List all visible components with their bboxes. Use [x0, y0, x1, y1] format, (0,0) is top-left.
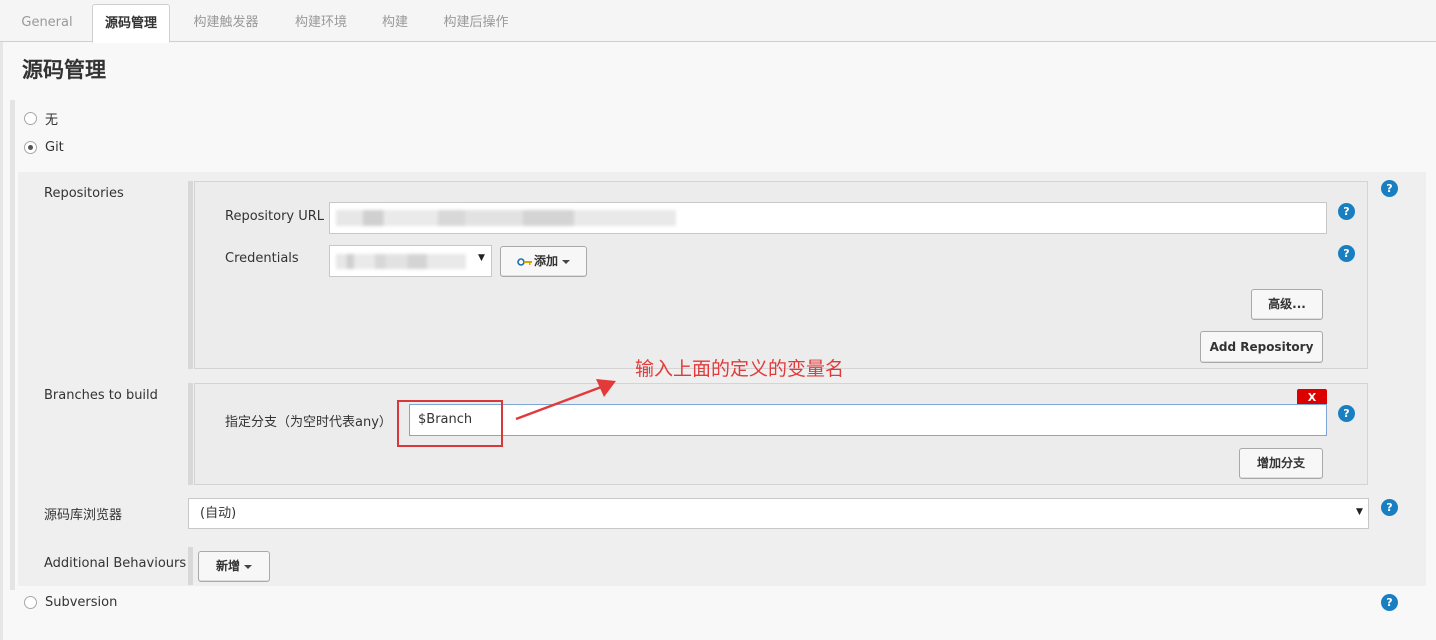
tab-build-triggers[interactable]: 构建触发器 [178, 4, 274, 42]
branches-edge [188, 383, 193, 485]
config-tab-bar: General 源码管理 构建触发器 构建环境 构建 构建后操作 [0, 0, 1436, 43]
tab-general[interactable]: General [10, 4, 84, 42]
redacted-url [336, 210, 676, 226]
branch-specifier-help-icon[interactable]: ? [1338, 405, 1355, 422]
scm-option-git[interactable]: Git [24, 140, 64, 155]
repositories-help-icon[interactable]: ? [1381, 180, 1398, 197]
tab-source-code-management[interactable]: 源码管理 [92, 4, 170, 43]
advanced-button[interactable]: 高级... [1251, 289, 1323, 320]
branch-specifier-label: 指定分支（为空时代表any） [225, 415, 392, 430]
chevron-down-icon [244, 564, 252, 569]
credentials-select[interactable] [329, 245, 492, 277]
page-title: 源码管理 [22, 58, 106, 82]
credentials-dropdown-arrow-icon: ▼ [478, 253, 485, 263]
repositories-label: Repositories [44, 186, 124, 201]
credentials-label: Credentials [225, 251, 299, 266]
redacted-credentials [336, 254, 466, 269]
section-indent-bar [10, 100, 15, 590]
annotation-arrow-icon [515, 379, 616, 421]
repository-url-input[interactable] [329, 202, 1327, 234]
repository-url-help-icon[interactable]: ? [1338, 203, 1355, 220]
radio-subversion-label: Subversion [45, 595, 118, 610]
tab-build[interactable]: 构建 [368, 4, 422, 42]
add-credentials-label: 添加 [533, 254, 558, 268]
scm-option-subversion[interactable]: Subversion [24, 595, 117, 610]
key-icon [517, 257, 532, 266]
annotation-text: 输入上面的定义的变量名 [635, 358, 845, 380]
add-branch-button[interactable]: 增加分支 [1239, 448, 1323, 479]
behaviours-edge [188, 547, 193, 585]
radio-none-label: 无 [45, 113, 59, 128]
add-behaviour-label: 新增 [215, 559, 240, 573]
radio-git-label: Git [45, 140, 64, 155]
repository-browser-value: (自动) [200, 506, 237, 521]
branches-to-build-label: Branches to build [44, 388, 158, 403]
tab-build-environment[interactable]: 构建环境 [282, 4, 360, 42]
add-behaviour-button[interactable]: 新增 [198, 551, 270, 582]
add-repository-button[interactable]: Add Repository [1200, 331, 1323, 363]
subversion-help-icon[interactable]: ? [1381, 594, 1398, 611]
additional-behaviours-label: Additional Behaviours [44, 556, 187, 571]
chevron-down-icon [562, 259, 570, 264]
scm-option-none[interactable]: 无 [24, 109, 58, 128]
radio-git[interactable] [24, 141, 37, 154]
credentials-help-icon[interactable]: ? [1338, 245, 1355, 262]
tab-post-build-actions[interactable]: 构建后操作 [430, 4, 522, 42]
page-left-border [0, 42, 3, 640]
repository-browser-select[interactable]: (自动) [188, 498, 1369, 529]
repository-url-label: Repository URL [225, 209, 325, 224]
repositories-edge [188, 181, 193, 369]
browser-dropdown-arrow-icon: ▼ [1356, 507, 1363, 517]
add-credentials-button[interactable]: 添加 [500, 246, 587, 277]
repository-browser-label: 源码库浏览器 [44, 508, 123, 523]
annotation-highlight-box [397, 400, 503, 447]
repository-browser-help-icon[interactable]: ? [1381, 499, 1398, 516]
radio-subversion[interactable] [24, 596, 37, 609]
radio-none[interactable] [24, 112, 37, 125]
